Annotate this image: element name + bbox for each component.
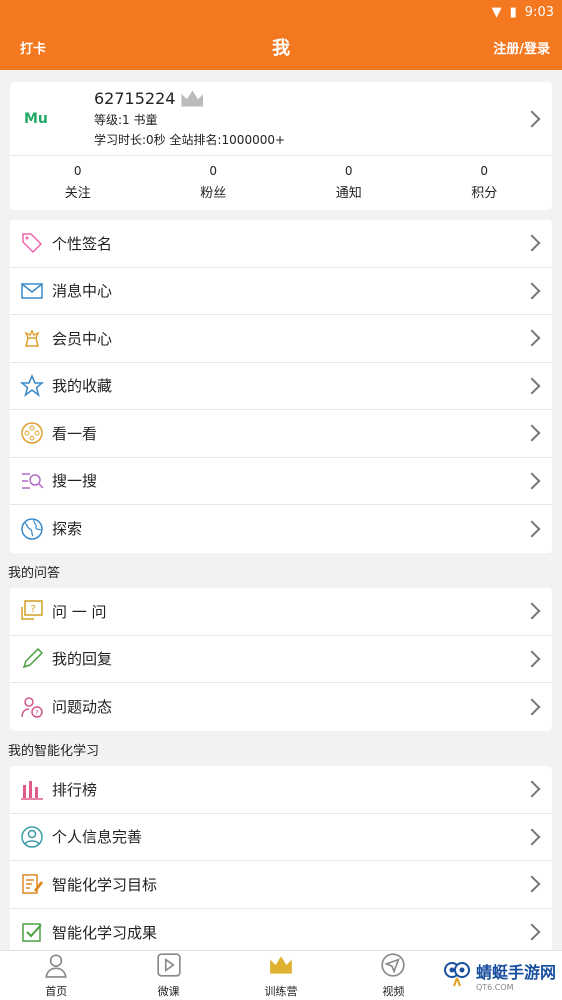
tab-video[interactable]: 视频 <box>337 951 449 1000</box>
app-bar: 打卡 我 注册/登录 <box>0 24 562 70</box>
chevron-right-icon <box>523 472 541 490</box>
question-bubble-icon: ? <box>18 597 46 625</box>
chevron-right-icon <box>523 923 541 941</box>
wifi-icon: ▼ <box>491 4 502 20</box>
chevron-right-icon <box>523 780 541 798</box>
chevron-right-icon <box>523 377 541 395</box>
watermark: 蜻蜓手游网 QT6.COM <box>442 958 556 992</box>
crown-icon <box>268 952 294 981</box>
chevron-right-icon <box>523 329 541 347</box>
menu-qa: ? 问 一 问 我的回复 ? 问题动态 <box>10 588 552 731</box>
menu-item-membership[interactable]: 会员中心 <box>10 315 552 363</box>
menu-item-learning-goal[interactable]: 智能化学习目标 <box>10 861 552 909</box>
battery-icon: ▮ <box>509 4 517 20</box>
person-icon <box>43 952 69 981</box>
menu-item-question-activity[interactable]: ? 问题动态 <box>10 683 552 731</box>
register-login-button[interactable]: 注册/登录 <box>493 38 550 57</box>
tag-icon <box>18 229 46 257</box>
chevron-right-icon <box>523 424 541 442</box>
profile-card: Mu 62715224 等级:1 书童 学习时长:0秒 全站排名:1000000… <box>10 82 552 210</box>
menu-item-learning-result[interactable]: 智能化学习成果 <box>10 909 552 957</box>
chevron-right-icon <box>523 282 541 300</box>
user-question-icon: ? <box>18 693 46 721</box>
search-list-icon <box>18 467 46 495</box>
navigation-icon <box>380 952 406 981</box>
section-title-learning: 我的智能化学习 <box>8 744 100 759</box>
edit-doc-icon <box>18 870 46 898</box>
menu-item-ask[interactable]: ? 问 一 问 <box>10 588 552 636</box>
status-time: 9:03 <box>524 4 554 20</box>
section-title-qa: 我的问答 <box>8 566 61 581</box>
menu-general: 个性签名 消息中心 会员中心 我的收藏 看一看 搜一搜 探索 <box>10 220 552 553</box>
stat-notice[interactable]: 0 通知 <box>281 156 417 210</box>
stat-points[interactable]: 0 积分 <box>417 156 553 210</box>
app-logo: Mu <box>24 110 48 127</box>
chevron-right-icon <box>523 828 541 846</box>
film-reel-icon <box>18 419 46 447</box>
svg-text:?: ? <box>31 604 36 615</box>
user-circle-icon <box>18 823 46 851</box>
chevron-right-icon <box>523 650 541 668</box>
chevron-right-icon <box>523 110 541 127</box>
dragonfly-logo-icon <box>442 958 472 992</box>
globe-icon <box>18 515 46 543</box>
stat-follow[interactable]: 0 关注 <box>10 156 146 210</box>
mail-icon <box>18 277 46 305</box>
pencil-icon <box>18 645 46 673</box>
chevron-right-icon <box>523 698 541 716</box>
menu-item-profile-info[interactable]: 个人信息完善 <box>10 814 552 861</box>
profile-stats: 0 关注 0 粉丝 0 通知 0 积分 <box>10 156 552 210</box>
bar-chart-icon <box>18 775 46 803</box>
chevron-right-icon <box>523 520 541 538</box>
status-bar: ▼ ▮ 9:03 <box>0 0 562 24</box>
chevron-right-icon <box>523 602 541 620</box>
page-title: 我 <box>272 38 290 59</box>
play-icon <box>156 952 182 981</box>
checkbox-icon <box>18 918 46 946</box>
user-level: 等级:1 书童 <box>94 113 158 127</box>
tab-home[interactable]: 首页 <box>0 951 112 1000</box>
menu-learning: 排行榜 个人信息完善 智能化学习目标 智能化学习成果 <box>10 766 552 956</box>
menu-item-search[interactable]: 搜一搜 <box>10 458 552 505</box>
menu-item-signature[interactable]: 个性签名 <box>10 220 552 268</box>
menu-item-explore[interactable]: 探索 <box>10 505 552 553</box>
menu-item-favorites[interactable]: 我的收藏 <box>10 363 552 410</box>
profile-header[interactable]: Mu 62715224 等级:1 书童 学习时长:0秒 全站排名:1000000… <box>10 82 552 156</box>
tab-training-camp[interactable]: 训练营 <box>225 951 337 1000</box>
star-icon <box>18 372 46 400</box>
stat-fans[interactable]: 0 粉丝 <box>146 156 282 210</box>
tab-microcourse[interactable]: 微课 <box>112 951 224 1000</box>
chevron-right-icon <box>523 234 541 252</box>
study-rank: 学习时长:0秒 全站排名:1000000+ <box>94 133 286 147</box>
user-id: 62715224 <box>94 89 176 108</box>
menu-item-leaderboard[interactable]: 排行榜 <box>10 766 552 814</box>
svg-text:?: ? <box>35 709 39 717</box>
chess-king-icon <box>18 324 46 352</box>
menu-item-my-replies[interactable]: 我的回复 <box>10 636 552 683</box>
crown-icon <box>181 90 204 107</box>
menu-item-messages[interactable]: 消息中心 <box>10 268 552 315</box>
menu-item-watch[interactable]: 看一看 <box>10 410 552 458</box>
checkin-button[interactable]: 打卡 <box>20 38 46 57</box>
chevron-right-icon <box>523 875 541 893</box>
